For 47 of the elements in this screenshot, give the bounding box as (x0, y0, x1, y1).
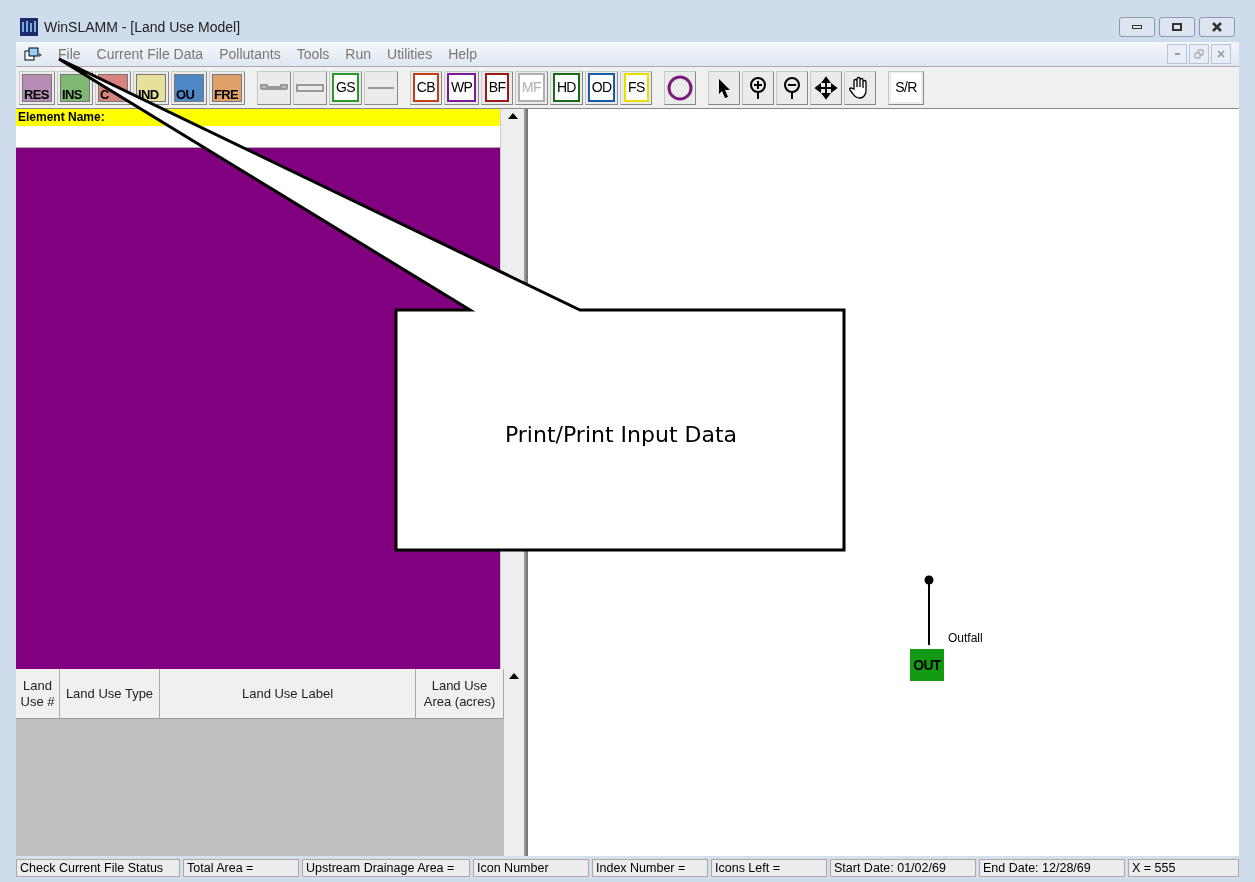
menu-item[interactable]: Current File Data (88, 43, 212, 65)
menu-item[interactable]: Utilities (379, 43, 441, 65)
toolbar-button[interactable] (742, 70, 775, 105)
document-icon[interactable] (24, 47, 42, 61)
close-button[interactable] (1199, 17, 1235, 37)
scroll-up-icon[interactable] (509, 673, 519, 679)
status-field: Start Date: 01/02/69 (830, 859, 976, 877)
app-logo-icon (20, 18, 38, 36)
toolbar-button[interactable] (810, 70, 843, 105)
close-icon (1216, 49, 1226, 59)
toolbar-button[interactable] (776, 70, 809, 105)
connector-line (924, 575, 934, 645)
maximize-button[interactable] (1159, 17, 1195, 37)
minimize-icon (1173, 52, 1181, 56)
menu-item[interactable]: Pollutants (211, 43, 289, 65)
status-field: Total Area = (183, 859, 299, 877)
status-field: Icons Left = (711, 859, 827, 877)
status-field: Check Current File Status (16, 859, 180, 877)
status-field: End Date: 12/28/69 (979, 859, 1125, 877)
restore-icon (1194, 49, 1204, 59)
status-field: Icon Number (473, 859, 589, 877)
menu-item[interactable]: Help (440, 43, 485, 65)
table-scrollbar[interactable] (504, 669, 524, 856)
status-field: Upstream Drainage Area = (302, 859, 470, 877)
minimize-button[interactable] (1119, 17, 1155, 37)
column-header: Land Use # (16, 669, 60, 718)
toolbar-button[interactable] (708, 70, 741, 105)
scroll-up-icon[interactable] (507, 113, 518, 119)
element-name-label: Element Name: (16, 109, 500, 126)
toolbar-button[interactable] (844, 70, 877, 105)
menu-item[interactable]: Run (337, 43, 379, 65)
menu-item[interactable]: File (50, 43, 89, 65)
menu-item[interactable]: Tools (288, 43, 338, 65)
close-icon (1211, 22, 1223, 32)
window-title: WinSLAMM - [Land Use Model] (44, 17, 241, 37)
callout-text: Print/Print Input Data (503, 421, 739, 449)
status-field: Index Number = (592, 859, 708, 877)
outfall-icon[interactable]: OUT (910, 649, 944, 681)
channel-icon (260, 83, 288, 92)
line-icon (366, 86, 395, 89)
column-header: Land Use Label (160, 669, 416, 718)
element-name-field[interactable] (16, 126, 500, 148)
column-header: Land Use Type (60, 669, 160, 718)
pipe-icon (296, 83, 324, 92)
status-field: X = 555 (1128, 859, 1239, 877)
move-icon (814, 75, 839, 100)
node-label: Outfall (948, 630, 983, 647)
